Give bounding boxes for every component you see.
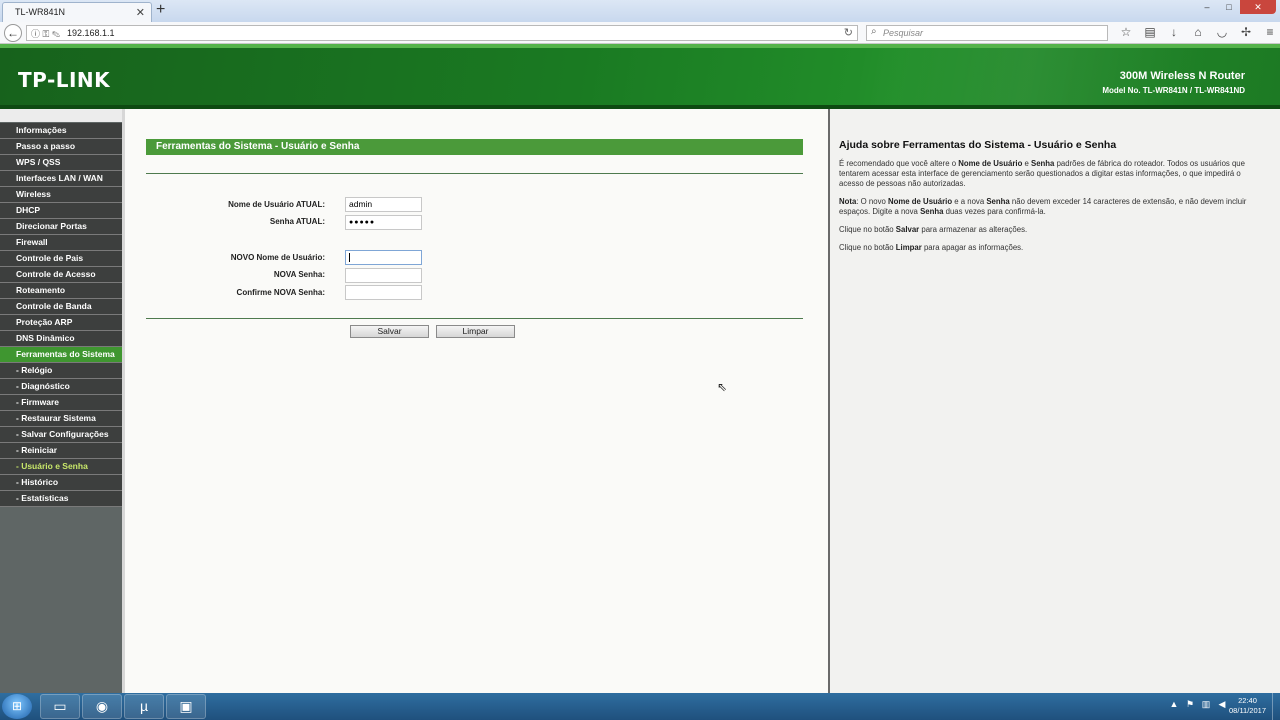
bookmarks-list-icon[interactable]: ▤ (1138, 25, 1162, 39)
clear-button[interactable]: Limpar (436, 325, 515, 338)
sidebar-menu: Informações Passo a passo WPS / QSS Inte… (0, 109, 125, 693)
reload-icon[interactable]: ↻ (844, 26, 853, 39)
search-placeholder: Pesquisar (883, 28, 924, 38)
sidebar-item-estatisticas[interactable]: - Estatísticas (0, 491, 122, 507)
menu-top-strip (0, 109, 125, 122)
show-desktop-button[interactable] (1272, 693, 1280, 720)
sidebar-item-dhcp[interactable]: DHCP (0, 203, 122, 219)
site-info-icon[interactable]: ⓘ ⚿ ✎ (31, 27, 60, 40)
save-button[interactable]: Salvar (350, 325, 429, 338)
current-pass-label: Senha ATUAL: (269, 217, 325, 226)
current-user-field[interactable]: admin (345, 197, 422, 212)
sidebar-item-ferramentas[interactable]: Ferramentas do Sistema (0, 347, 122, 363)
clock-time: 22:40 (1238, 696, 1257, 705)
sidebar-item-wps-qss[interactable]: WPS / QSS (0, 155, 122, 171)
search-input[interactable]: ⌕ Pesquisar (866, 25, 1108, 41)
window-icon[interactable]: ▣ (166, 694, 206, 719)
sidebar-item-restaurar-sistema[interactable]: - Restaurar Sistema (0, 411, 122, 427)
address-bar[interactable]: ⓘ ⚿ ✎ 192.168.1.1 ↻ (26, 25, 858, 41)
utorrent-icon[interactable]: µ (124, 694, 164, 719)
clock-date: 08/11/2017 (1229, 706, 1266, 715)
maximize-icon[interactable]: □ (1218, 0, 1240, 14)
sidebar-item-relogio[interactable]: - Relógio (0, 363, 122, 379)
sidebar-item-wireless[interactable]: Wireless (0, 187, 122, 203)
sidebar-item-historico[interactable]: - Histórico (0, 475, 122, 491)
browser-tab[interactable]: TL-WR841N ✕ (2, 2, 152, 22)
firefox-icon[interactable]: ◉ (82, 694, 122, 719)
divider-bottom (146, 318, 803, 319)
current-user-label: Nome de Usuário ATUAL: (228, 200, 325, 209)
main-content: Ferramentas do Sistema - Usuário e Senha… (125, 109, 828, 693)
section-title: Ferramentas do Sistema - Usuário e Senha (146, 139, 803, 155)
product-name: 300M Wireless N Router (1119, 70, 1245, 82)
new-pass-label: NOVA Senha: (273, 270, 325, 279)
help-panel: Ajuda sobre Ferramentas do Sistema - Usu… (830, 109, 1280, 693)
help-paragraph-1: É recomendado que você altere o Nome de … (839, 159, 1245, 188)
sidebar-item-informacoes[interactable]: Informações (0, 123, 122, 139)
router-header: TP-LINK 300M Wireless N Router Model No.… (0, 44, 1280, 109)
confirm-pass-label: Confirme NOVA Senha: (236, 288, 325, 297)
tab-close-icon[interactable]: ✕ (136, 6, 145, 19)
sidebar-item-firmware[interactable]: - Firmware (0, 395, 122, 411)
sidebar-item-dns-dinamico[interactable]: DNS Dinâmico (0, 331, 122, 347)
current-pass-field[interactable]: ●●●●● (345, 215, 422, 230)
taskbar-clock[interactable]: 22:40 08/11/2017 (1229, 696, 1266, 716)
tplink-logo: TP-LINK (18, 68, 111, 92)
sidebar-item-usuario-e-senha[interactable]: - Usuário e Senha (0, 459, 122, 475)
new-pass-field[interactable] (345, 268, 422, 283)
bookmark-star-icon[interactable]: ☆ (1114, 25, 1138, 39)
sidebar-item-diagnostico[interactable]: - Diagnóstico (0, 379, 122, 395)
mouse-pointer-icon: ⇖ (717, 380, 728, 394)
sidebar-item-firewall[interactable]: Firewall (0, 235, 122, 251)
tab-title: TL-WR841N (15, 7, 66, 17)
url-text[interactable]: 192.168.1.1 (67, 28, 115, 38)
sidebar-item-controle-de-pais[interactable]: Controle de Pais (0, 251, 122, 267)
browser-navbar: ← ⓘ ⚿ ✎ 192.168.1.1 ↻ ⌕ Pesquisar ☆ ▤ ↓ … (0, 22, 1280, 44)
sidebar-item-controle-de-acesso[interactable]: Controle de Acesso (0, 267, 122, 283)
new-user-label: NOVO Nome de Usuário: (230, 253, 325, 262)
windows-taskbar: ⊞ ▭ ◉ µ ▣ ▲ ⚑ ▥ ◀ 22:40 08/11/2017 (0, 693, 1280, 720)
pocket-icon[interactable]: ◡ (1210, 25, 1234, 39)
start-button[interactable]: ⊞ (2, 694, 32, 719)
browser-toolbar: ☆ ▤ ↓ ⌂ ◡ ✢ ≡ (1114, 25, 1280, 39)
minimize-icon[interactable]: – (1196, 0, 1218, 14)
help-paragraph-3: Clique no botão Salvar para armazenar as… (839, 225, 1028, 234)
sidebar-item-passo-a-passo[interactable]: Passo a passo (0, 139, 122, 155)
system-tray: ▲ ⚑ ▥ ◀ (1166, 699, 1230, 710)
menu-icon[interactable]: ≡ (1258, 25, 1280, 39)
sidebar-item-controle-de-banda[interactable]: Controle de Banda (0, 299, 122, 315)
tray-network-icon[interactable]: ▥ (1198, 699, 1214, 710)
menu-list: Informações Passo a passo WPS / QSS Inte… (0, 123, 122, 507)
download-icon[interactable]: ↓ (1162, 25, 1186, 39)
tray-arrow-icon[interactable]: ▲ (1166, 699, 1182, 710)
new-tab-icon[interactable]: + (156, 1, 165, 19)
divider-top (146, 173, 803, 174)
confirm-pass-field[interactable] (345, 285, 422, 300)
home-icon[interactable]: ⌂ (1186, 25, 1210, 39)
browser-titlebar: TL-WR841N ✕ + – □ ✕ (0, 0, 1280, 22)
sidebar-item-roteamento[interactable]: Roteamento (0, 283, 122, 299)
explorer-icon[interactable]: ▭ (40, 694, 80, 719)
help-title: Ajuda sobre Ferramentas do Sistema - Usu… (839, 139, 1117, 151)
help-paragraph-2: Nota: O novo Nome de Usuário e a nova Se… (839, 197, 1247, 216)
tray-flag-icon[interactable]: ⚑ (1182, 699, 1198, 710)
help-paragraph-4: Clique no botão Limpar para apagar as in… (839, 243, 1024, 252)
extension-icon[interactable]: ✢ (1234, 25, 1258, 39)
product-model: Model No. TL-WR841N / TL-WR841ND (1102, 86, 1245, 95)
sidebar-item-protecao-arp[interactable]: Proteção ARP (0, 315, 122, 331)
sidebar-item-direcionar-portas[interactable]: Direcionar Portas (0, 219, 122, 235)
sidebar-item-interfaces[interactable]: Interfaces LAN / WAN (0, 171, 122, 187)
window-controls: – □ ✕ (1196, 0, 1276, 14)
text-caret (349, 253, 350, 262)
tray-volume-icon[interactable]: ◀ (1214, 699, 1230, 710)
close-window-icon[interactable]: ✕ (1240, 0, 1276, 14)
new-user-field[interactable] (345, 250, 422, 265)
sidebar-item-salvar-configuracoes[interactable]: - Salvar Configurações (0, 427, 122, 443)
search-icon: ⌕ (871, 26, 877, 37)
back-icon[interactable]: ← (4, 24, 22, 42)
sidebar-item-reiniciar[interactable]: - Reiniciar (0, 443, 122, 459)
